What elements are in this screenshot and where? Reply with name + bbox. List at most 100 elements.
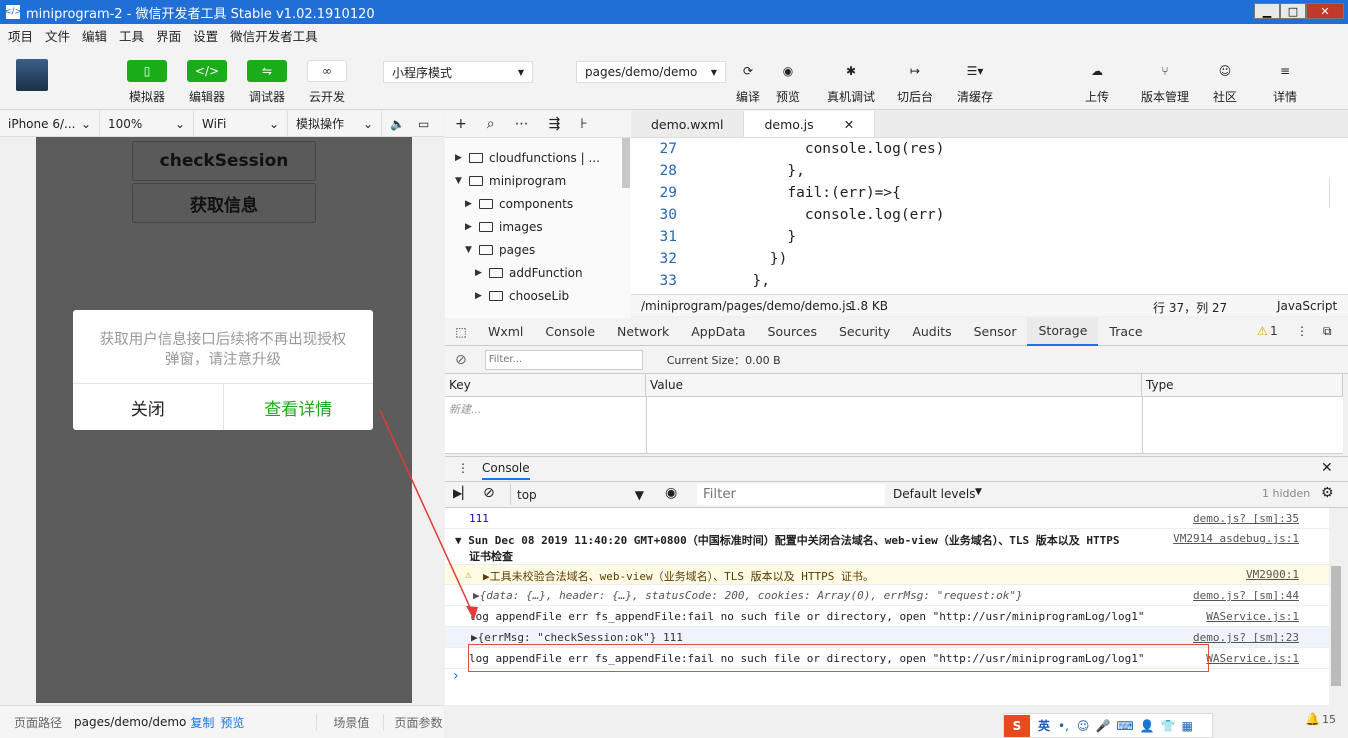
tab-network[interactable]: Network (606, 318, 680, 346)
source-link[interactable]: demo.js? [sm]:44 (1193, 589, 1299, 602)
get-info-button[interactable]: 获取信息 (132, 183, 316, 223)
tab-console[interactable]: Console (534, 318, 606, 346)
mute-icon[interactable]: 🔈 (382, 111, 410, 137)
keyboard-icon[interactable]: ⌨ (1116, 719, 1133, 733)
grid-icon[interactable]: ▦ (1182, 719, 1193, 733)
tab-audits[interactable]: Audits (901, 318, 962, 346)
column-value[interactable]: Value (646, 374, 1142, 397)
column-type[interactable]: Type (1142, 374, 1343, 397)
emoji-icon[interactable]: ☺ (1077, 719, 1090, 733)
upload-button[interactable]: ☁ 上传 (1069, 60, 1125, 105)
levels-select[interactable]: Default levels (893, 487, 975, 501)
maximize-button[interactable]: □ (1280, 3, 1306, 19)
clear-console-icon[interactable]: ⊘ (483, 485, 495, 501)
collapse-icon[interactable]: ⊦ (580, 116, 587, 132)
source-link[interactable]: VM2914 asdebug.js:1 (1173, 532, 1299, 545)
remote-debug-button[interactable]: ✱ 真机调试 (823, 60, 879, 105)
modal-detail-button[interactable]: 查看详情 (224, 384, 374, 430)
close-icon[interactable]: ✕ (1321, 460, 1333, 476)
tab-appdata[interactable]: AppData (680, 318, 756, 346)
close-button[interactable]: ✕ (1306, 3, 1344, 19)
search-icon[interactable]: ⌕ (487, 116, 495, 132)
console-row[interactable]: ▶{data: {…}, header: {…}, statusCode: 20… (445, 585, 1329, 606)
menu-edit[interactable]: 编辑 (82, 26, 107, 45)
tab-demo-wxml[interactable]: demo.wxml (631, 111, 745, 137)
copy-link[interactable]: 复制 (190, 714, 214, 731)
cursor-position[interactable]: 行 37，列 27 (1153, 299, 1227, 316)
console-scrollbar[interactable] (1329, 508, 1343, 705)
tree-item-pages[interactable]: ▼ pages (465, 239, 535, 261)
modal-close-button[interactable]: 关闭 (73, 384, 224, 430)
menu-devtools[interactable]: 微信开发者工具 (230, 26, 318, 45)
menu-project[interactable]: 项目 (8, 26, 33, 45)
tree-item-images[interactable]: ▶ images (465, 216, 543, 238)
community-button[interactable]: ☺ 社区 (1197, 60, 1253, 105)
tab-demo-js[interactable]: demo.js ✕ (744, 111, 876, 137)
inspect-icon[interactable]: ⬚ (445, 325, 477, 339)
more-icon[interactable]: ⋯ (515, 116, 529, 132)
bell-icon[interactable]: 🔔 (1305, 712, 1320, 726)
device-select[interactable]: iPhone 6/... ⌄ (0, 110, 100, 137)
tree-item-components[interactable]: ▶ components (465, 193, 573, 215)
user-icon[interactable]: 👤 (1140, 719, 1155, 733)
storage-filter-input[interactable] (484, 349, 643, 370)
column-key[interactable]: Key (445, 374, 646, 397)
check-session-button[interactable]: checkSession (132, 141, 316, 181)
tree-item-cloudfunctions[interactable]: ▶ cloudfunctions | ... (455, 147, 600, 169)
ime-language[interactable]: 英 (1038, 717, 1050, 734)
zoom-select[interactable]: 100% ⌄ (100, 110, 194, 137)
menu-settings[interactable]: 设置 (193, 26, 218, 45)
version-button[interactable]: ⑂ 版本管理 (1133, 60, 1197, 105)
indent-icon[interactable]: ⇶ (549, 116, 561, 132)
simulator-button[interactable]: ▯ 模拟器 (119, 60, 175, 105)
drawer-menu-icon[interactable]: ⋮ (457, 461, 469, 475)
gear-icon[interactable]: ⚙ (1321, 485, 1334, 501)
minimap[interactable] (1329, 178, 1339, 208)
close-icon[interactable]: ✕ (844, 117, 854, 132)
editor-button[interactable]: </> 编辑器 (179, 60, 235, 105)
console-filter-input[interactable] (697, 484, 885, 505)
source-link[interactable]: WAService.js:1 (1206, 610, 1299, 623)
tab-security[interactable]: Security (828, 318, 901, 346)
preview-link[interactable]: 预览 (220, 714, 244, 731)
details-button[interactable]: ≡ 详情 (1257, 60, 1313, 105)
mic-icon[interactable]: 🎤 (1095, 719, 1110, 733)
network-select[interactable]: WiFi ⌄ (194, 110, 288, 137)
tree-item-miniprogram[interactable]: ▼ miniprogram (455, 170, 566, 192)
avatar[interactable] (16, 59, 48, 91)
background-button[interactable]: ↦ 切后台 (887, 60, 943, 105)
more-vert-icon[interactable]: ⋮ (1296, 324, 1308, 338)
menu-tools[interactable]: 工具 (119, 26, 144, 45)
tree-item-chooselib[interactable]: ▶ chooseLib (475, 285, 569, 307)
cloud-button[interactable]: ∞ 云开发 (299, 60, 355, 105)
tab-trace[interactable]: Trace (1098, 318, 1153, 346)
clear-cache-button[interactable]: ☰▾ 清缓存 (947, 60, 1003, 105)
clear-icon[interactable]: ⊘ (455, 352, 467, 368)
menu-view[interactable]: 界面 (156, 26, 181, 45)
tab-storage[interactable]: Storage (1027, 317, 1099, 346)
scene-button[interactable]: 场景值 (316, 713, 369, 731)
eye-icon[interactable]: ◉ (665, 485, 677, 501)
mode-select[interactable]: 小程序模式 ▼ (383, 61, 533, 83)
tab-wxml[interactable]: Wxml (477, 318, 534, 346)
source-link[interactable]: demo.js? [sm]:35 (1193, 512, 1299, 525)
debugger-button[interactable]: ⇋ 调试器 (239, 60, 295, 105)
minimize-button[interactable]: ▁ (1254, 3, 1280, 19)
source-link[interactable]: demo.js? [sm]:23 (1193, 631, 1299, 644)
sogou-icon[interactable]: S (1004, 714, 1030, 737)
source-link[interactable]: WAService.js:1 (1206, 652, 1299, 665)
new-entry[interactable]: 新建... (449, 401, 482, 417)
menu-file[interactable]: 文件 (45, 26, 70, 45)
console-tab[interactable]: Console (482, 461, 530, 480)
window-icon[interactable]: ▭ (410, 111, 438, 137)
source-link[interactable]: VM2900:1 (1246, 568, 1299, 581)
tab-sources[interactable]: Sources (757, 318, 828, 346)
punctuation-icon[interactable]: •, (1058, 719, 1069, 733)
tab-sensor[interactable]: Sensor (963, 318, 1028, 346)
dock-icon[interactable]: ⧉ (1323, 324, 1332, 339)
warning-icon[interactable]: ⚠ (1257, 324, 1268, 338)
console-group-row[interactable]: ▼ Sun Dec 08 2019 11:40:20 GMT+0800（中国标准… (445, 529, 1329, 565)
context-select[interactable]: top ▼ (510, 484, 650, 505)
code-editor[interactable]: 27 28 29 30 31 32 33 console.log(res) },… (631, 138, 1348, 294)
add-icon[interactable]: + (455, 116, 467, 132)
